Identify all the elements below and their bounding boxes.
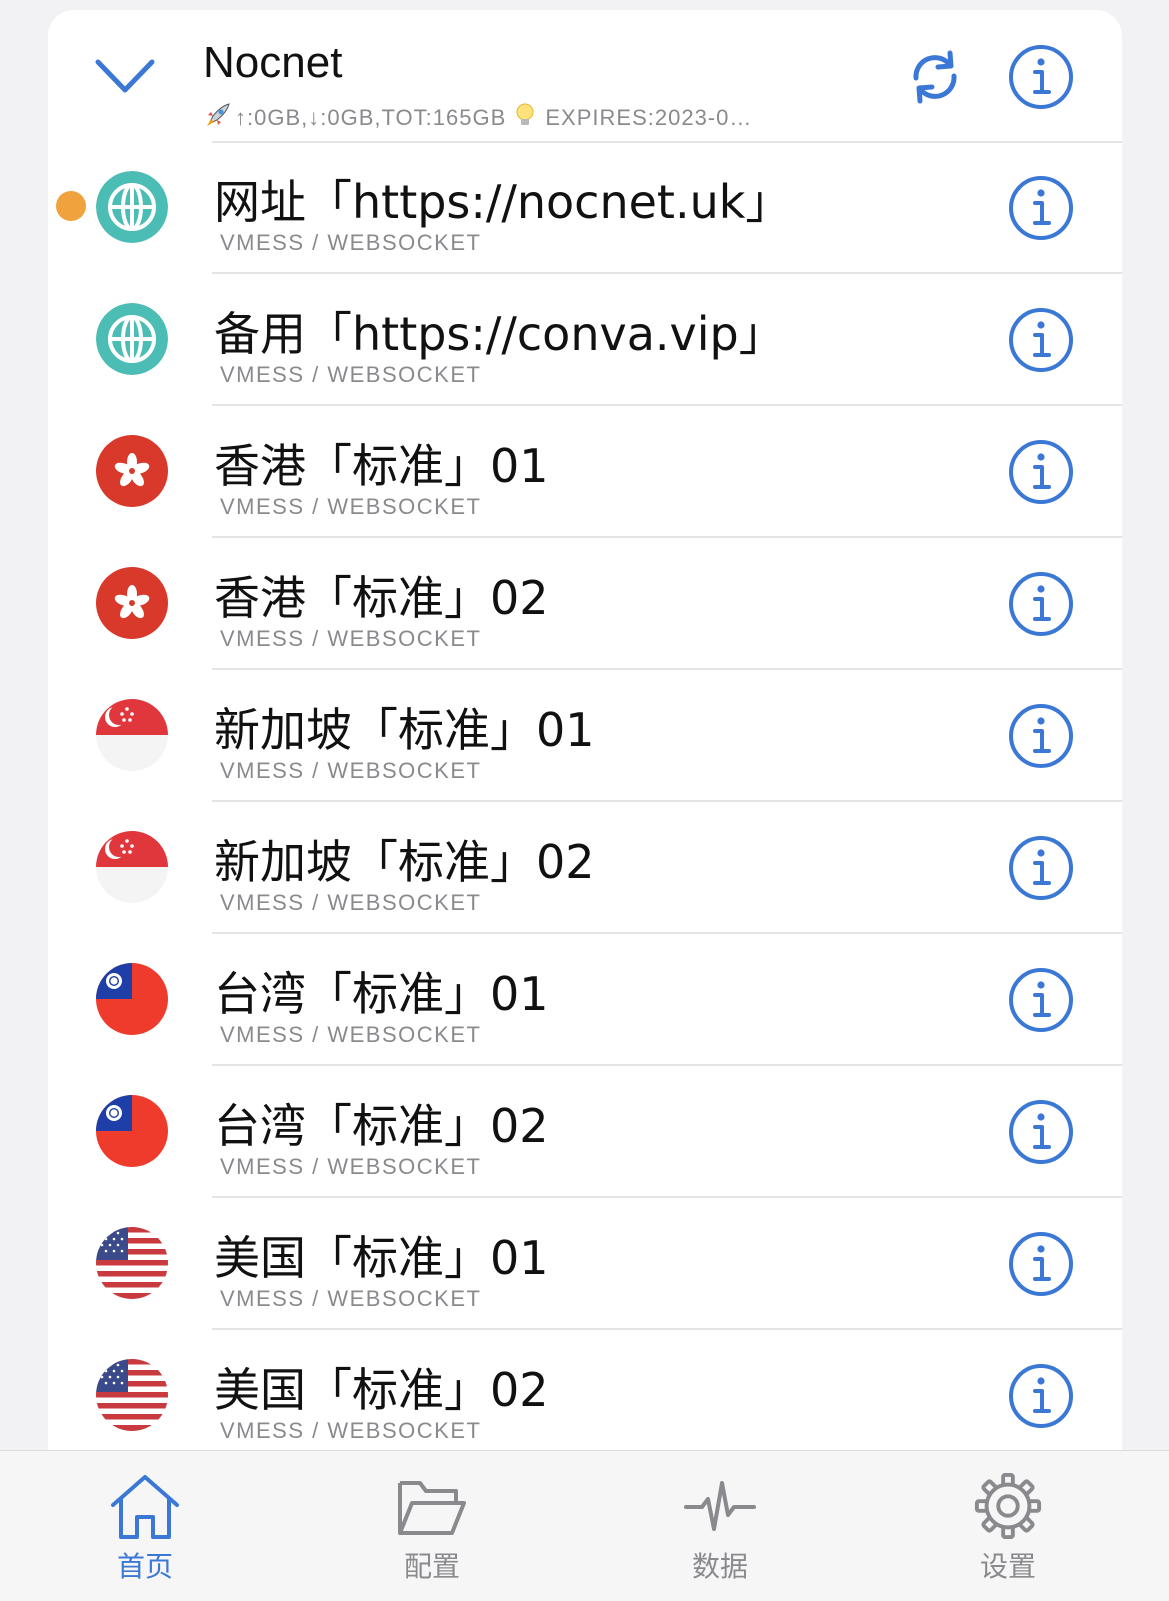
globe-flag-icon (96, 303, 168, 375)
info-icon[interactable] (1006, 569, 1076, 639)
refresh-icon[interactable] (906, 48, 964, 106)
subscription-card: Nocnet ↑:0GB,↓:0GB,TOT:165GB EXPIRES:202… (48, 10, 1122, 1450)
usa-flag-icon (96, 1359, 168, 1431)
node-row[interactable]: 台湾「标准」02 VMESS / WEBSOCKET (48, 1066, 1122, 1198)
singapore-flag-icon (96, 699, 168, 771)
node-protocol: VMESS / WEBSOCKET (220, 230, 482, 255)
info-icon[interactable] (1006, 437, 1076, 507)
singapore-flag-icon (96, 831, 168, 903)
node-row[interactable]: 美国「标准」02 VMESS / WEBSOCKET (48, 1330, 1122, 1450)
subscription-title: Nocnet (203, 38, 343, 87)
chevron-down-icon[interactable] (94, 52, 156, 100)
tab-label: 首页 (116, 1550, 173, 1583)
hong-kong-flag-icon (96, 567, 168, 639)
node-name: 台湾「标准」01 (214, 967, 549, 1021)
subscription-status: ↑:0GB,↓:0GB,TOT:165GB EXPIRES:2023-0… (203, 102, 752, 131)
node-row[interactable]: 新加坡「标准」01 VMESS / WEBSOCKET (48, 670, 1122, 802)
tab-gear[interactable]: 设置 (948, 1471, 1068, 1591)
taiwan-flag-icon (96, 1095, 168, 1167)
gear-icon (948, 1471, 1068, 1541)
tab-label: 设置 (979, 1550, 1036, 1583)
folder-icon (372, 1471, 492, 1541)
node-protocol: VMESS / WEBSOCKET (220, 1286, 482, 1311)
pulse-icon (660, 1471, 780, 1541)
node-protocol: VMESS / WEBSOCKET (220, 362, 482, 387)
info-icon[interactable] (1006, 1097, 1076, 1167)
node-row[interactable]: 美国「标准」01 VMESS / WEBSOCKET (48, 1198, 1122, 1330)
selected-indicator (56, 191, 86, 221)
node-row[interactable]: 台湾「标准」01 VMESS / WEBSOCKET (48, 934, 1122, 1066)
tab-label: 数据 (691, 1550, 748, 1583)
tab-home[interactable]: 首页 (85, 1471, 205, 1591)
node-name: 新加坡「标准」01 (214, 703, 595, 757)
globe-flag-icon (96, 171, 168, 243)
info-icon[interactable] (1006, 173, 1076, 243)
node-name: 香港「标准」02 (214, 571, 549, 625)
info-icon[interactable] (1006, 965, 1076, 1035)
node-protocol: VMESS / WEBSOCKET (220, 758, 482, 783)
node-name: 新加坡「标准」02 (214, 835, 595, 889)
lightbulb-icon (513, 102, 545, 131)
node-protocol: VMESS / WEBSOCKET (220, 1418, 482, 1443)
info-icon[interactable] (1006, 1229, 1076, 1299)
info-icon[interactable] (1006, 701, 1076, 771)
node-protocol: VMESS / WEBSOCKET (220, 626, 482, 651)
info-icon[interactable] (1006, 833, 1076, 903)
rocket-icon (203, 102, 235, 131)
node-row[interactable]: 新加坡「标准」02 VMESS / WEBSOCKET (48, 802, 1122, 934)
tab-label: 配置 (403, 1550, 460, 1583)
traffic-text: ↑:0GB,↓:0GB,TOT:165GB (235, 105, 507, 130)
node-row[interactable]: 香港「标准」02 VMESS / WEBSOCKET (48, 538, 1122, 670)
node-row[interactable]: 网址「https://nocnet.uk」 VMESS / WEBSOCKET (48, 142, 1122, 274)
node-protocol: VMESS / WEBSOCKET (220, 1022, 482, 1047)
info-icon[interactable] (1006, 1361, 1076, 1431)
tab-pulse[interactable]: 数据 (660, 1471, 780, 1591)
info-icon[interactable] (1006, 305, 1076, 375)
node-name: 台湾「标准」02 (214, 1099, 549, 1153)
info-icon[interactable] (1006, 42, 1076, 112)
node-name: 美国「标准」02 (214, 1363, 549, 1417)
usa-flag-icon (96, 1227, 168, 1299)
home-icon (85, 1471, 205, 1541)
node-name: 香港「标准」01 (214, 439, 549, 493)
node-name: 网址「https://nocnet.uk」 (214, 175, 792, 229)
node-protocol: VMESS / WEBSOCKET (220, 494, 482, 519)
node-protocol: VMESS / WEBSOCKET (220, 1154, 482, 1179)
expiry-text: EXPIRES:2023-0… (545, 105, 753, 130)
node-protocol: VMESS / WEBSOCKET (220, 890, 482, 915)
node-row[interactable]: 香港「标准」01 VMESS / WEBSOCKET (48, 406, 1122, 538)
subscription-header[interactable]: Nocnet ↑:0GB,↓:0GB,TOT:165GB EXPIRES:202… (48, 10, 1122, 143)
tab-folder[interactable]: 配置 (372, 1471, 492, 1591)
node-row[interactable]: 备用「https://conva.vip」 VMESS / WEBSOCKET (48, 274, 1122, 406)
node-list: 网址「https://nocnet.uk」 VMESS / WEBSOCKET 备用… (48, 142, 1122, 1450)
taiwan-flag-icon (96, 963, 168, 1035)
hong-kong-flag-icon (96, 435, 168, 507)
node-name: 备用「https://conva.vip」 (214, 307, 785, 361)
tab-bar: 首页 配置 数据 设置 (0, 1450, 1169, 1601)
node-name: 美国「标准」01 (214, 1231, 549, 1285)
